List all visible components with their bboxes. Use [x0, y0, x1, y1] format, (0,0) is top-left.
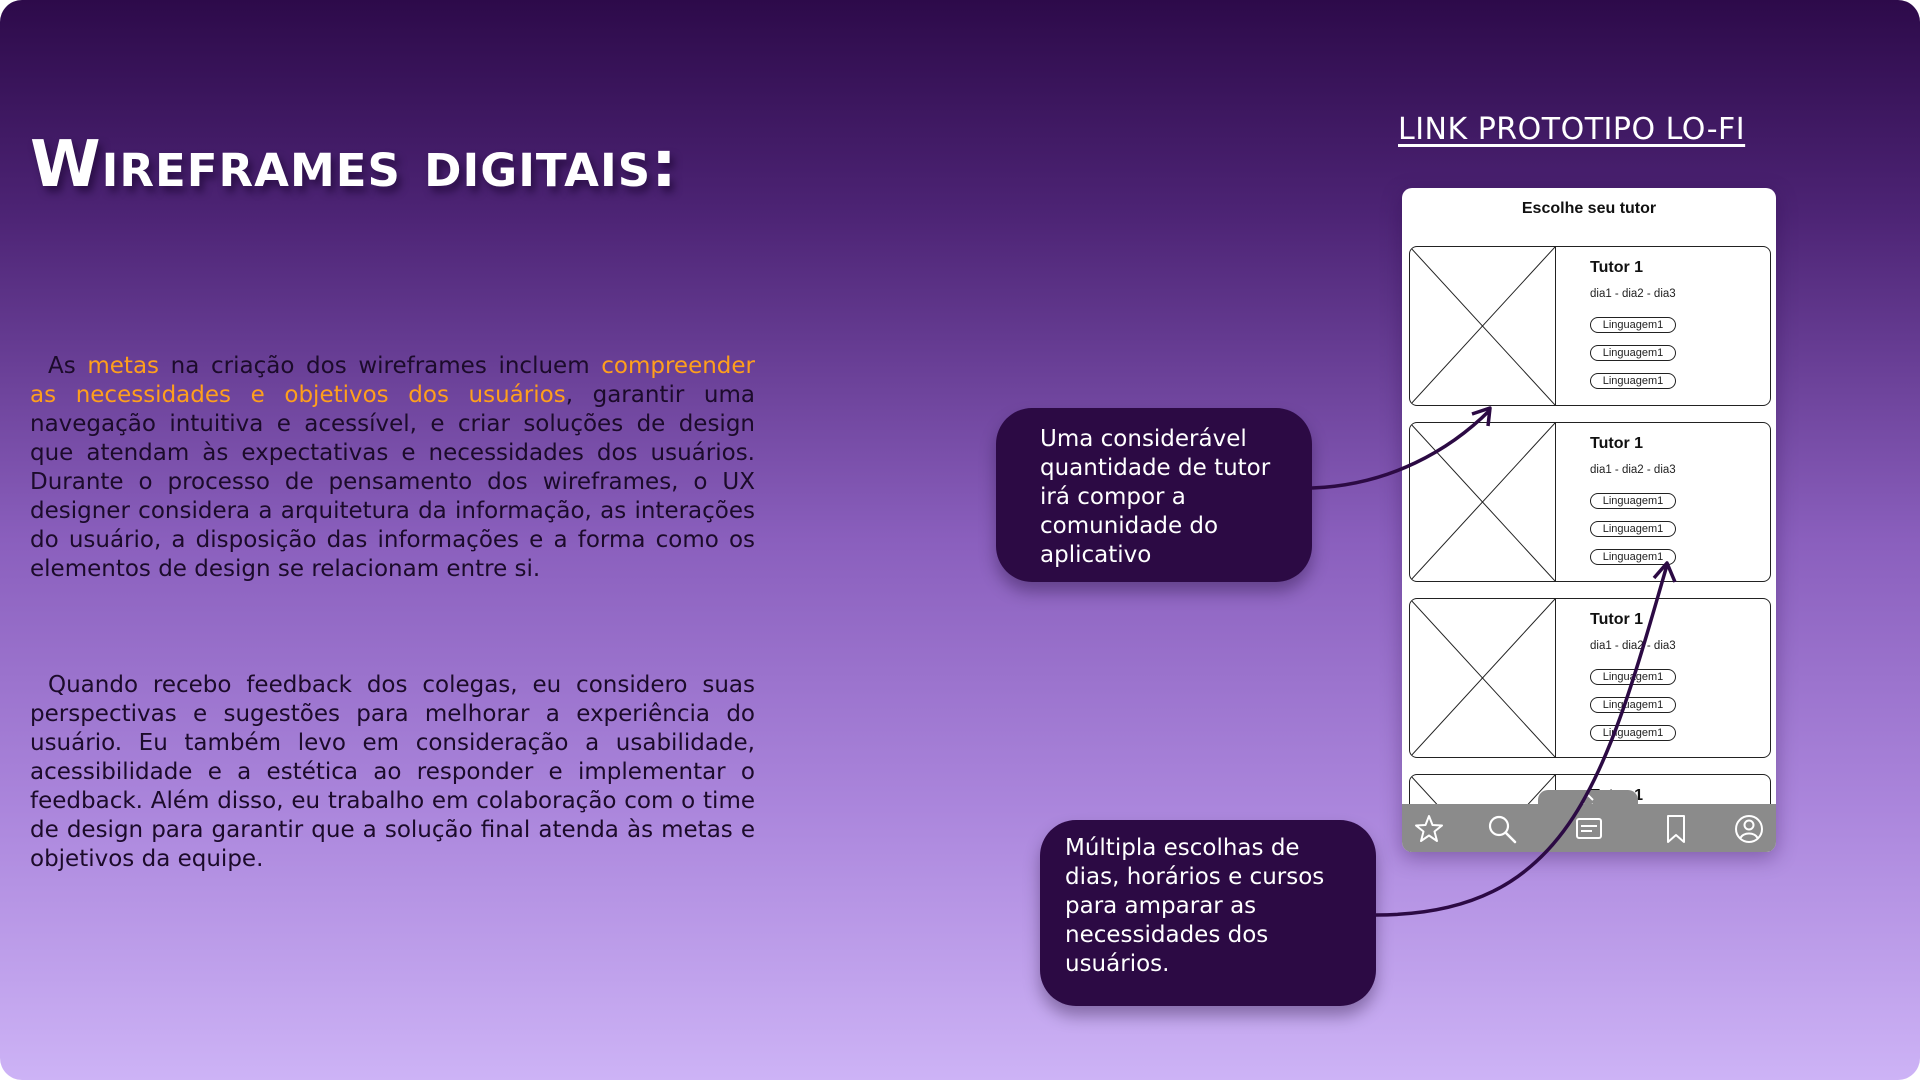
paragraph-text: na criação dos wireframes incluem	[159, 353, 602, 379]
language-tag[interactable]: Linguagem1	[1590, 493, 1676, 509]
prototype-link[interactable]: LINK PROTOTIPO LO-FI	[1398, 112, 1745, 147]
feedback-paragraph: Quando recebo feedback dos colegas, eu c…	[30, 672, 755, 872]
paragraph-text: , garantir uma navegação intuitiva e ace…	[30, 382, 755, 582]
bottom-tab-bar	[1402, 804, 1776, 852]
highlight-text: metas	[87, 353, 160, 379]
goals-paragraph: As metas na criação dos wireframes inclu…	[30, 352, 755, 584]
callout-schedules: Múltipla escolhas de dias, horários e cu…	[1040, 820, 1376, 1006]
image-placeholder-icon	[1410, 423, 1556, 581]
tutor-name: Tutor 1	[1590, 435, 1644, 452]
image-placeholder-icon	[1410, 247, 1556, 405]
language-tag[interactable]: Linguagem1	[1590, 317, 1676, 333]
tutor-days: dia1 - dia2 - dia3	[1590, 288, 1676, 300]
tutor-card[interactable]: Tutor 1 dia1 - dia2 - dia3 Linguagem1 Li…	[1409, 246, 1771, 406]
page-title: Wireframes digitais:	[30, 128, 678, 202]
callout-tutors: Uma considerável quantidade de tutor irá…	[996, 408, 1312, 582]
cast-icon[interactable]	[1572, 812, 1606, 846]
tutor-days: dia1 - dia2 - dia3	[1590, 464, 1676, 476]
phone-wireframe: Escolhe seu tutor Tutor 1 dia1 - dia2 - …	[1402, 188, 1776, 852]
language-tag[interactable]: Linguagem1	[1590, 725, 1676, 741]
language-tag[interactable]: Linguagem1	[1590, 521, 1676, 537]
tutor-card[interactable]: Tutor 1 dia1 - dia2 - dia3 Linguagem1 Li…	[1409, 422, 1771, 582]
profile-icon[interactable]	[1732, 812, 1766, 846]
tutor-card[interactable]: Tutor 1 dia1 - dia2 - dia3 Linguagem1 Li…	[1409, 598, 1771, 758]
language-tag[interactable]: Linguagem1	[1590, 669, 1676, 685]
star-icon[interactable]	[1412, 812, 1446, 846]
language-tag[interactable]: Linguagem1	[1590, 549, 1676, 565]
bookmark-icon[interactable]	[1659, 812, 1693, 846]
slide: Wireframes digitais: As metas na criação…	[0, 0, 1920, 1080]
image-placeholder-icon	[1410, 599, 1556, 757]
tutor-name: Tutor 1	[1590, 611, 1644, 628]
language-tag[interactable]: Linguagem1	[1590, 345, 1676, 361]
tutor-name: Tutor 1	[1590, 259, 1644, 276]
screen-title: Escolhe seu tutor	[1521, 200, 1657, 217]
search-icon[interactable]	[1485, 812, 1519, 846]
tutor-days: dia1 - dia2 - dia3	[1590, 640, 1676, 652]
paragraph-text: As	[48, 353, 88, 379]
language-tag[interactable]: Linguagem1	[1590, 697, 1676, 713]
language-tag[interactable]: Linguagem1	[1590, 373, 1676, 389]
